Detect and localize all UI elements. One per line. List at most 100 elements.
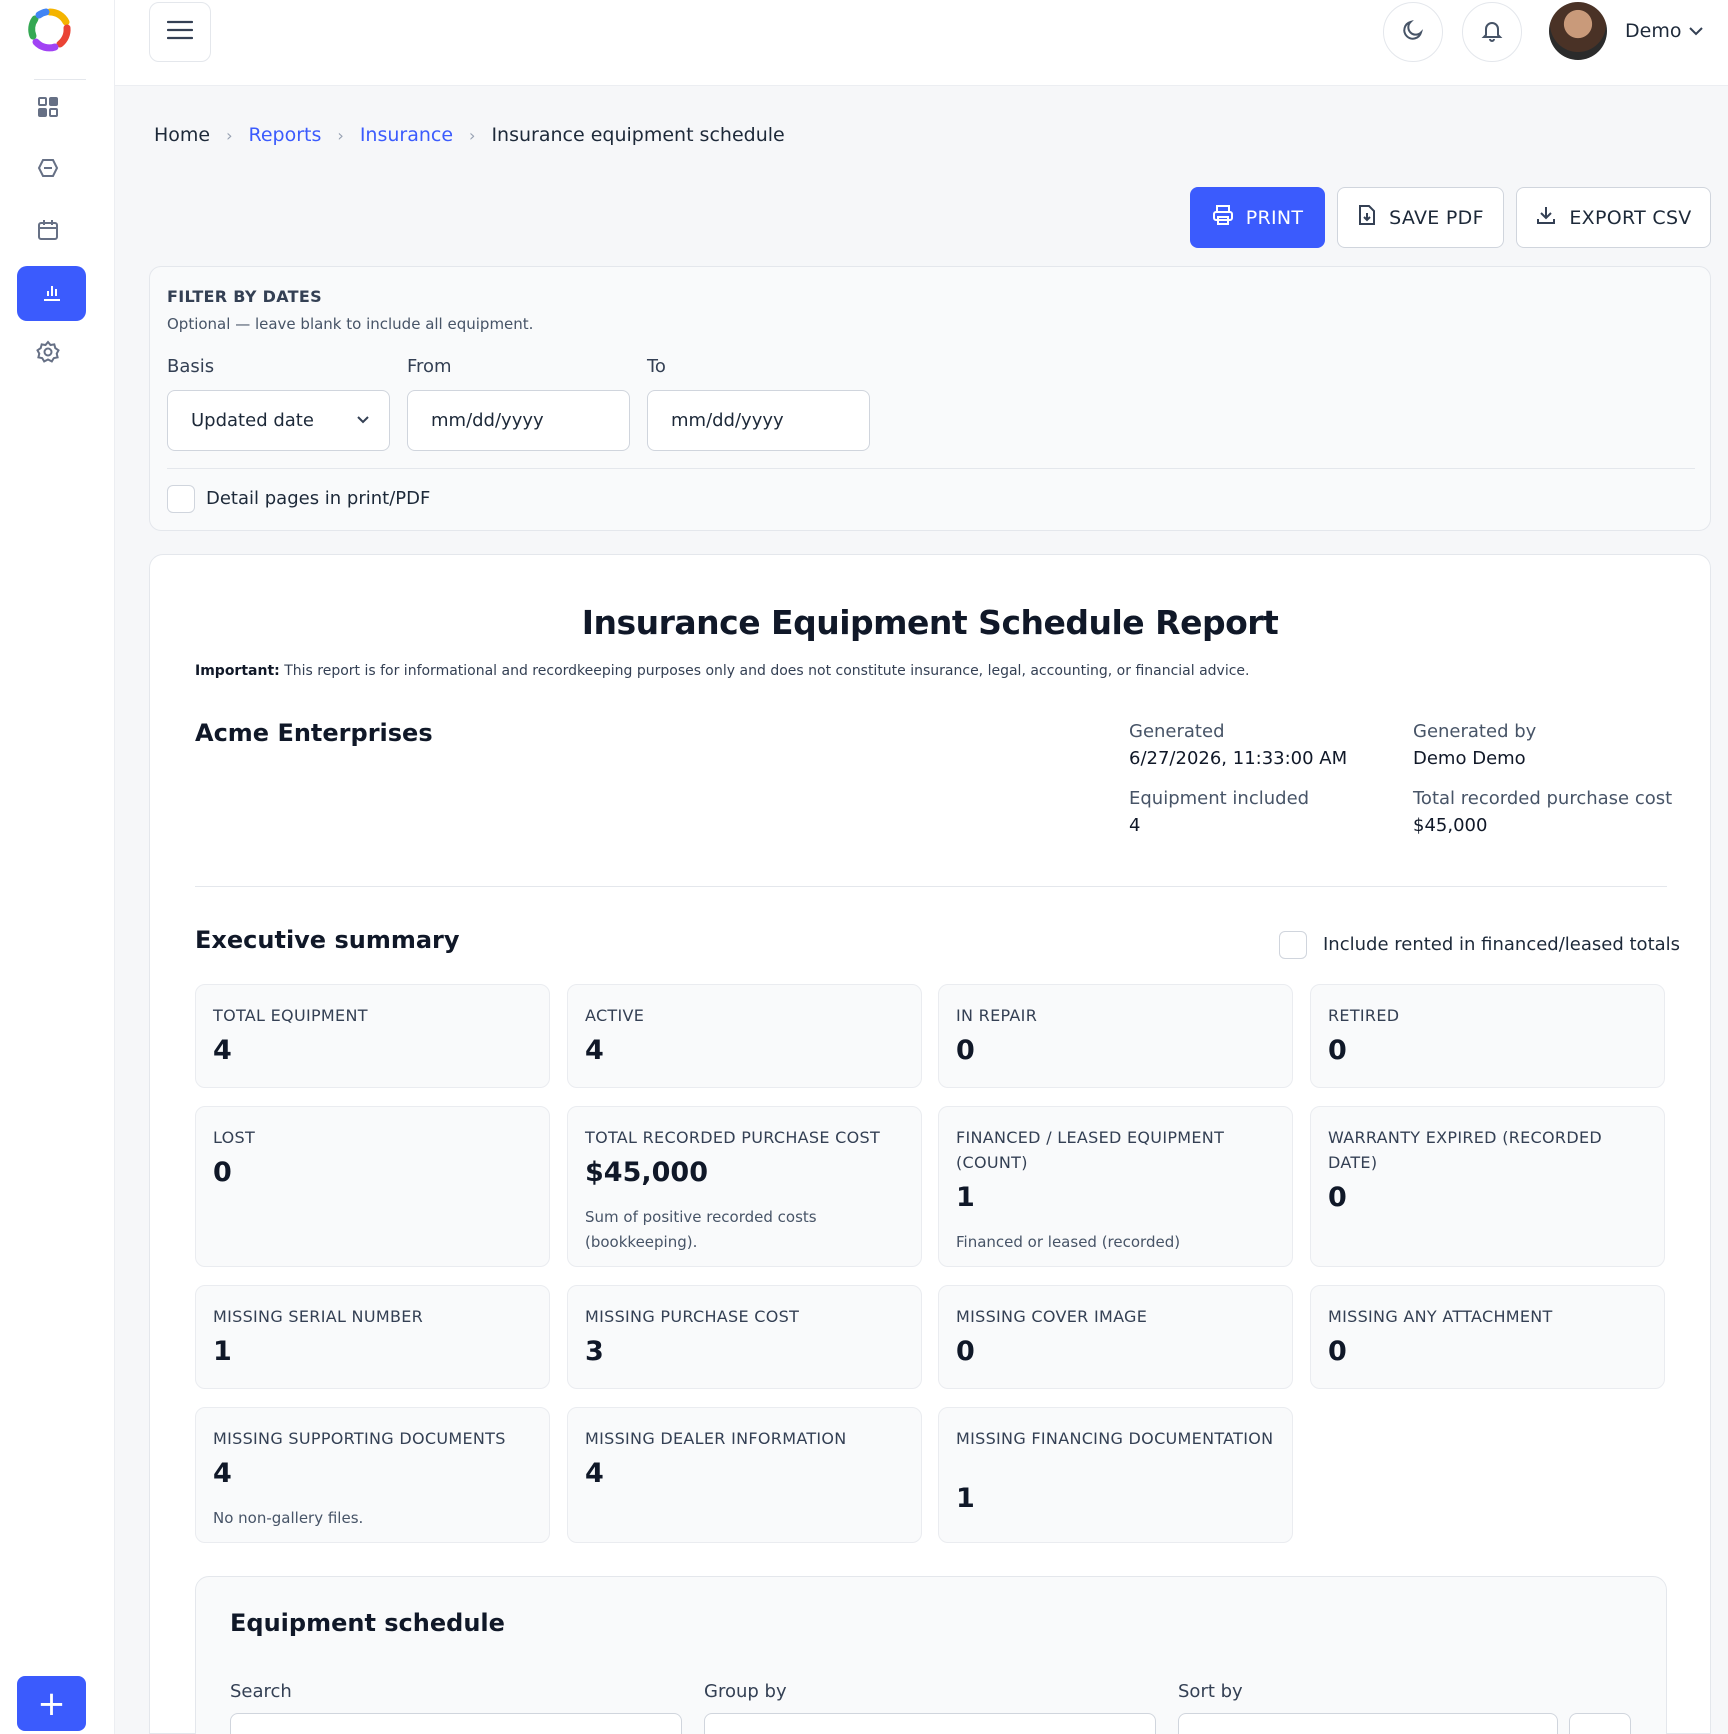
export-csv-button[interactable]: EXPORT CSV [1516,187,1711,248]
reports-icon [41,281,63,307]
stat-label: IN REPAIR [956,1006,1038,1025]
stat-note: No non-gallery files. [213,1509,364,1527]
breadcrumb: Home › Reports › Insurance › Insurance e… [154,124,785,146]
report-title: Insurance Equipment Schedule Report [581,603,1279,642]
equipment-schedule-section: Equipment schedule Search Group by Sort … [195,1576,1667,1734]
stat-value: 1 [213,1336,232,1367]
avatar[interactable] [1549,2,1607,60]
save-pdf-label: SAVE PDF [1389,206,1484,229]
bell-icon [1480,18,1504,46]
search-label: Search [230,1681,292,1702]
hamburger-icon [166,20,194,44]
from-placeholder: mm/dd/yyyy [431,410,544,431]
file-download-icon [1357,204,1377,231]
notifications-button[interactable] [1462,2,1522,62]
to-placeholder: mm/dd/yyyy [671,410,784,431]
print-button[interactable]: PRINT [1190,187,1325,248]
printer-icon [1212,204,1234,231]
stat-label: MISSING SERIAL NUMBER [213,1307,424,1326]
company-name: Acme Enterprises [195,719,433,747]
disclaimer-label: Important: [195,663,280,679]
sidebar: + [0,0,115,1734]
stat-card-retired: RETIRED 0 [1310,984,1665,1088]
stat-card-missing-dealer-info: MISSING DEALER INFORMATION 4 [567,1407,922,1543]
stat-label: RETIRED [1328,1006,1400,1025]
total-cost-value: $45,000 [1413,815,1488,836]
card-divider [195,886,1667,887]
chevron-down-icon[interactable] [1687,22,1705,40]
breadcrumb-separator: › [226,125,233,145]
equipment-included-value: 4 [1129,815,1141,836]
tag-icon[interactable] [30,150,66,186]
menu-toggle-button[interactable] [149,2,211,62]
stat-card-missing-serial: MISSING SERIAL NUMBER 1 [195,1285,550,1389]
app-logo[interactable] [26,6,74,54]
add-button[interactable]: + [17,1676,86,1731]
include-rented-label: Include rented in financed/leased totals [1323,934,1681,955]
topbar: Demo [115,0,1728,86]
stat-value: 1 [956,1483,975,1514]
generated-label: Generated [1129,721,1225,742]
breadcrumb-separator: › [337,125,344,145]
from-date-input[interactable]: mm/dd/yyyy [407,390,630,451]
export-csv-label: EXPORT CSV [1569,206,1692,229]
reports-nav-button[interactable] [17,266,86,321]
breadcrumb-insurance[interactable]: Insurance [360,124,453,146]
sort-by-label: Sort by [1178,1681,1243,1702]
stat-value: 4 [213,1458,232,1489]
chevron-down-icon [355,412,371,433]
filter-panel: FILTER BY DATES Optional — leave blank t… [149,266,1711,531]
search-input[interactable] [230,1713,682,1734]
save-pdf-button[interactable]: SAVE PDF [1337,187,1504,248]
basis-select[interactable]: Updated date [167,390,390,451]
stat-note: Sum of positive recorded costs (bookkeep… [585,1208,817,1251]
stat-value: 0 [956,1336,975,1367]
stat-label: TOTAL EQUIPMENT [213,1006,368,1025]
calendar-icon[interactable] [30,212,66,248]
stat-card-active: ACTIVE 4 [567,984,922,1088]
stat-value: 1 [956,1182,975,1213]
stat-label: MISSING SUPPORTING DOCUMENTS [213,1429,506,1448]
dashboard-icon[interactable] [30,89,66,125]
breadcrumb-home[interactable]: Home [154,124,210,146]
stat-card-missing-attachment: MISSING ANY ATTACHMENT 0 [1310,1285,1665,1389]
stat-label: MISSING PURCHASE COST [585,1307,800,1326]
basis-value: Updated date [191,410,314,431]
from-label: From [407,356,452,377]
generated-by-label: Generated by [1413,721,1537,742]
sort-by-select[interactable] [1178,1713,1558,1734]
breadcrumb-separator: › [469,125,476,145]
settings-icon[interactable] [30,334,66,370]
include-rented-checkbox[interactable] [1279,931,1307,959]
stat-card-missing-financing-docs: MISSING FINANCING DOCUMENTATION 1 [938,1407,1293,1543]
stat-value: 0 [1328,1336,1347,1367]
basis-label: Basis [167,356,215,377]
sort-direction-button[interactable] [1569,1713,1631,1734]
stat-value: 4 [585,1035,604,1066]
generated-value: 6/27/2026, 11:33:00 AM [1129,748,1348,769]
stat-note: Financed or leased (recorded) [956,1233,1181,1251]
stat-label: LOST [213,1128,256,1147]
stat-value: 3 [585,1336,604,1367]
filter-divider [167,468,1695,469]
detail-pages-checkbox[interactable] [167,485,195,513]
stat-card-lost: LOST 0 [195,1106,550,1267]
stat-label: MISSING COVER IMAGE [956,1307,1148,1326]
breadcrumb-reports[interactable]: Reports [249,124,322,146]
report-card: Insurance Equipment Schedule Report Impo… [149,554,1711,1734]
stat-value: $45,000 [585,1157,708,1188]
to-date-input[interactable]: mm/dd/yyyy [647,390,870,451]
stat-value: 0 [1328,1035,1347,1066]
stat-value: 4 [585,1458,604,1489]
user-name[interactable]: Demo [1625,20,1681,42]
stat-card-total-equipment: TOTAL EQUIPMENT 4 [195,984,550,1088]
stat-value: 4 [213,1035,232,1066]
stat-card-financed-leased: FINANCED / LEASED EQUIPMENT (COUNT) 1 Fi… [938,1106,1293,1267]
stat-label: MISSING DEALER INFORMATION [585,1429,847,1448]
dark-mode-toggle[interactable] [1383,2,1443,62]
total-cost-label: Total recorded purchase cost [1413,788,1673,809]
disclaimer: Important: This report is for informatio… [195,663,1250,679]
stat-card-total-purchase-cost: TOTAL RECORDED PURCHASE COST $45,000 Sum… [567,1106,922,1267]
executive-summary-title: Executive summary [195,926,460,954]
group-by-select[interactable] [704,1713,1156,1734]
